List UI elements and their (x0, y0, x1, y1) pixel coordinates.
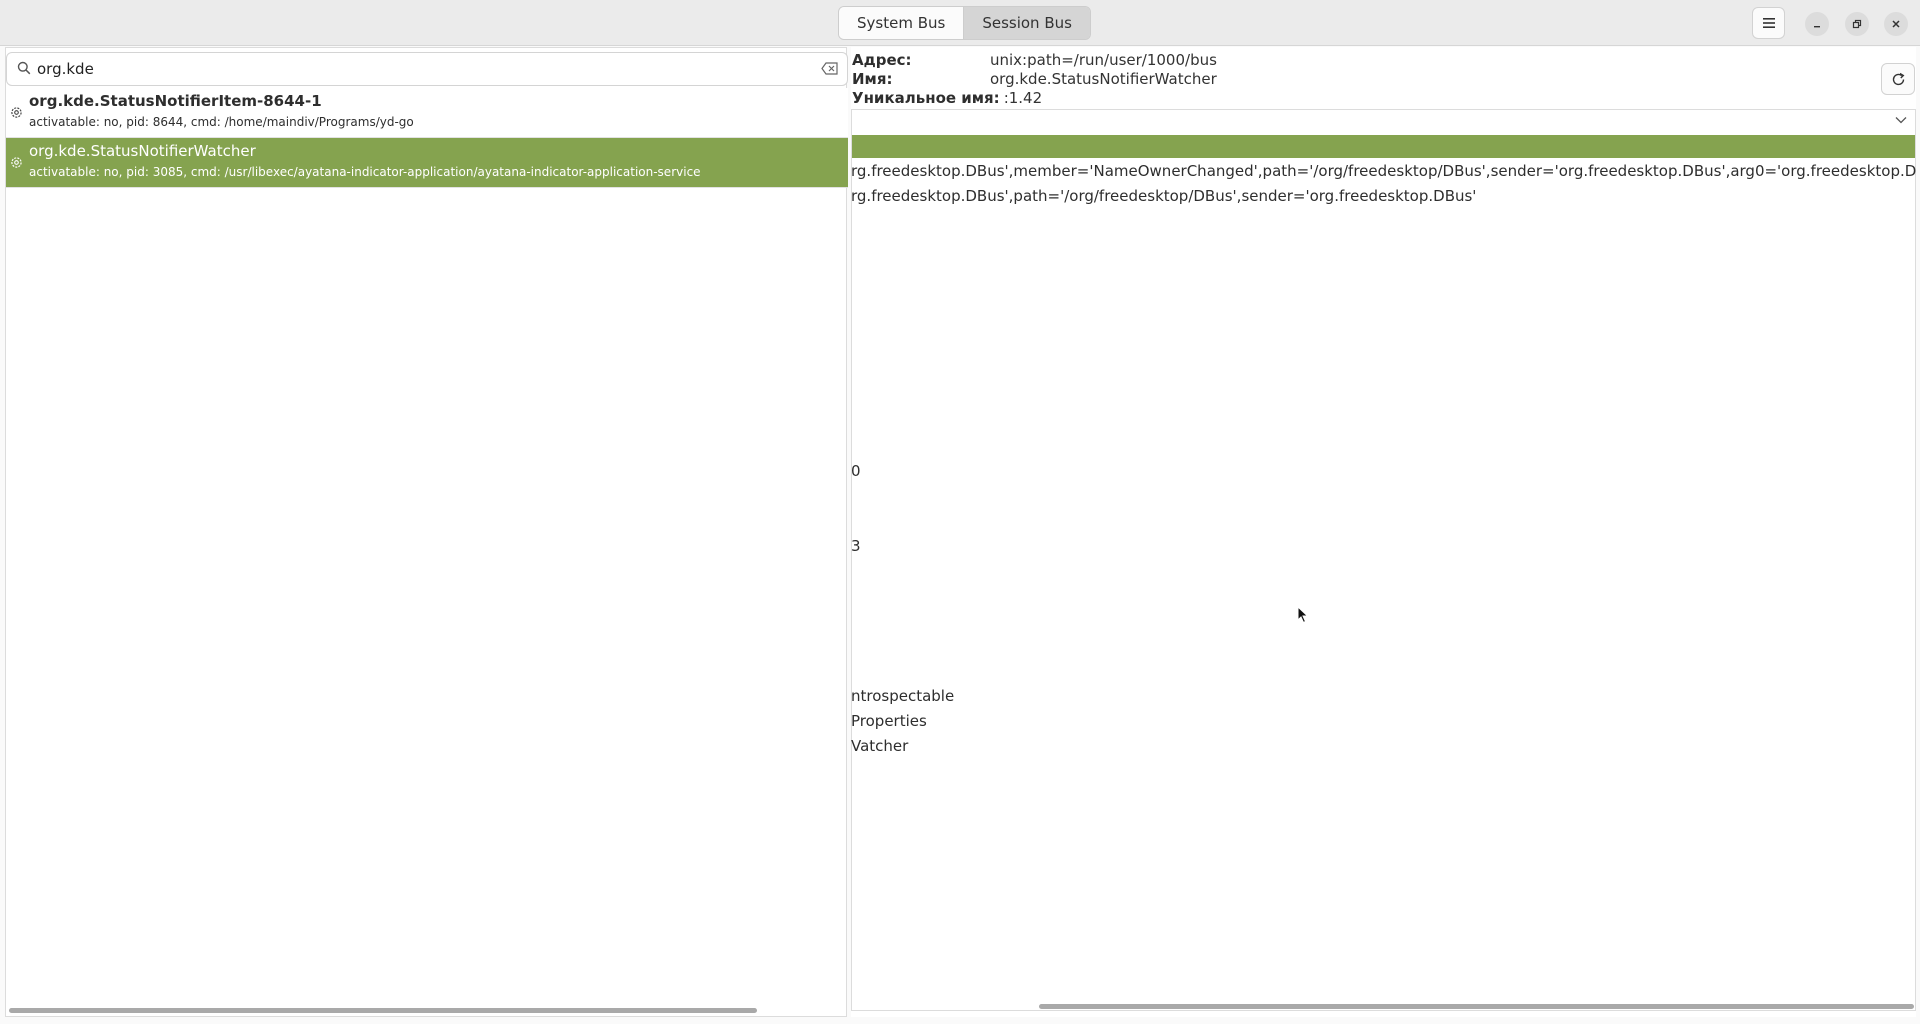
unique-name-value: :1.42 (1003, 89, 1043, 107)
services-pane: org.kde org.kde.StatusNotifierItem-8644-… (5, 47, 848, 1017)
service-name: org.kde.StatusNotifierItem-8644-1 (29, 92, 322, 110)
tree-row-selected[interactable] (852, 135, 1915, 158)
service-description: activatable: no, pid: 3085, cmd: /usr/li… (29, 165, 701, 179)
session-bus-tab[interactable]: Session Bus (963, 7, 1090, 39)
object-tree: rg.freedesktop.DBus',member='NameOwnerCh… (851, 109, 1916, 1011)
tree-row[interactable]: 3 (851, 536, 861, 556)
service-description: activatable: no, pid: 8644, cmd: /home/m… (29, 115, 414, 129)
maximize-icon (1852, 19, 1862, 29)
service-list-item[interactable]: org.kde.StatusNotifierItem-8644-1 activa… (6, 88, 848, 138)
minimize-icon (1814, 26, 1820, 28)
tree-row[interactable]: 0 (851, 461, 861, 481)
unique-name-row: Уникальное имя: :1.42 (852, 89, 1217, 108)
search-icon (17, 61, 31, 75)
chevron-down-icon[interactable] (1895, 116, 1907, 124)
backspace-clear-icon[interactable] (821, 62, 839, 75)
tree-row[interactable]: Properties (851, 711, 927, 731)
tree-row[interactable]: rg.freedesktop.DBus',path='/org/freedesk… (851, 186, 1476, 206)
refresh-icon (1892, 72, 1904, 85)
service-list-item-selected[interactable]: org.kde.StatusNotifierWatcher activatabl… (6, 138, 848, 188)
bus-switcher: System Bus Session Bus (838, 6, 1091, 40)
service-list: org.kde.StatusNotifierItem-8644-1 activa… (6, 88, 848, 188)
name-row: Имя: org.kde.StatusNotifierWatcher (852, 70, 1217, 89)
tree-header[interactable] (852, 110, 1915, 135)
name-value: org.kde.StatusNotifierWatcher (990, 70, 1217, 88)
horizontal-scrollbar[interactable] (9, 1008, 757, 1013)
name-label: Имя: (852, 70, 893, 88)
search-field[interactable]: org.kde (6, 52, 848, 86)
address-label: Адрес: (852, 51, 912, 69)
hamburger-menu-icon (1762, 18, 1775, 28)
app-window: System Bus Session Bus org.kde org.kde.S… (0, 0, 1920, 1024)
address-row: Адрес: unix:path=/run/user/1000/bus (852, 51, 1217, 70)
service-name: org.kde.StatusNotifierWatcher (29, 142, 256, 160)
service-gear-icon (11, 157, 22, 168)
unique-name-label: Уникальное имя: (852, 89, 1000, 107)
search-input[interactable]: org.kde (37, 60, 94, 78)
horizontal-scrollbar[interactable] (1039, 1004, 1914, 1009)
service-gear-icon (11, 107, 22, 118)
tree-row[interactable]: ntrospectable (851, 686, 954, 706)
bus-info: Адрес: unix:path=/run/user/1000/bus Имя:… (852, 51, 1217, 108)
address-value: unix:path=/run/user/1000/bus (990, 51, 1217, 69)
close-button[interactable] (1884, 12, 1908, 36)
system-bus-tab[interactable]: System Bus (839, 7, 964, 39)
main-menu-button[interactable] (1752, 7, 1785, 39)
mouse-pointer-icon (1297, 606, 1309, 624)
header-bar: System Bus Session Bus (0, 0, 1920, 46)
maximize-button[interactable] (1845, 12, 1869, 36)
close-icon (1892, 20, 1900, 28)
details-pane: Адрес: unix:path=/run/user/1000/bus Имя:… (851, 47, 1916, 1017)
refresh-button[interactable] (1881, 63, 1915, 95)
tree-row[interactable]: rg.freedesktop.DBus',member='NameOwnerCh… (851, 161, 1916, 181)
tree-row[interactable]: Vatcher (851, 736, 908, 756)
minimize-button[interactable] (1805, 12, 1829, 36)
